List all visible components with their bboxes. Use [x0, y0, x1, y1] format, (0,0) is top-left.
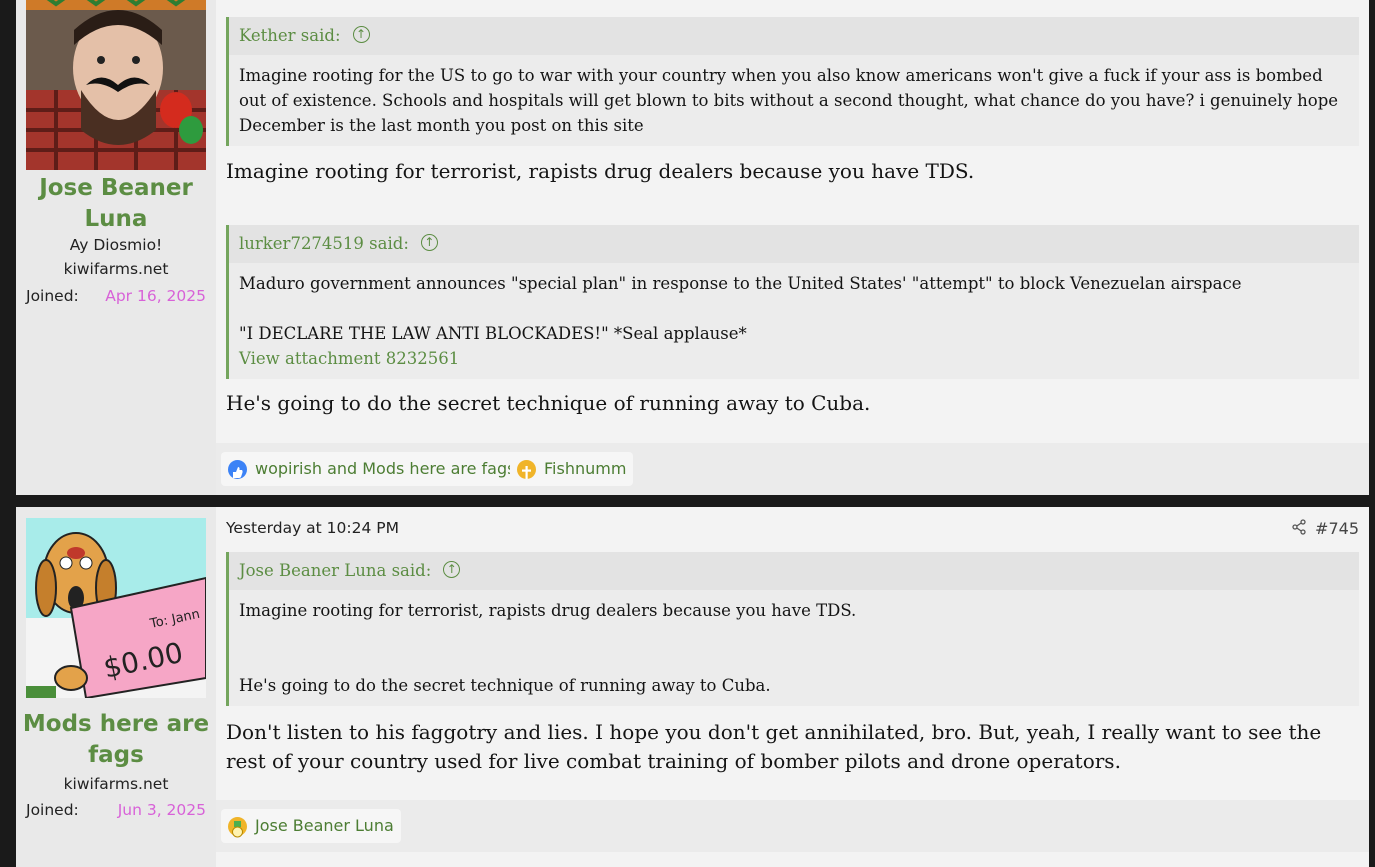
quote-author[interactable]: lurker7274519 said: ↑	[229, 225, 1359, 263]
quote-text: Maduro government announces "special pla…	[229, 263, 1359, 379]
user-site: kiwifarms.net	[63, 775, 169, 793]
quote-line: "I DECLARE THE LAW ANTI BLOCKADES!" *Sea…	[239, 324, 747, 343]
share-icon[interactable]	[1291, 519, 1307, 539]
reaction-item[interactable]: Jose Beaner Luna	[221, 809, 401, 843]
user-site: kiwifarms.net	[63, 260, 169, 278]
reaction-item[interactable]: Fishnumm	[510, 452, 634, 486]
attachment-link[interactable]: View attachment 8232561	[239, 346, 1349, 371]
avatar[interactable]	[26, 0, 206, 170]
reaction-text[interactable]: Jose Beaner Luna	[255, 816, 394, 835]
reactions-bar: wopirish and Mods here are fags Fishnumm	[216, 443, 1369, 495]
reaction-item[interactable]: wopirish and Mods here are fags	[221, 452, 523, 486]
arrow-up-icon[interactable]: ↑	[443, 561, 461, 578]
quote-line: Imagine rooting for terrorist, rapists d…	[239, 601, 857, 620]
quote-text: Imagine rooting for the US to go to war …	[229, 55, 1359, 146]
quote-author[interactable]: Jose Beaner Luna said: ↑	[229, 552, 1359, 590]
like-icon	[228, 460, 247, 479]
joined-date: Jun 3, 2025	[117, 801, 206, 819]
quote-author-label[interactable]: Jose Beaner Luna said:	[239, 561, 431, 580]
post-number[interactable]: #745	[1315, 519, 1359, 538]
quote-text: Imagine rooting for terrorist, rapists d…	[229, 590, 1359, 706]
message-text: Imagine rooting for terrorist, rapists d…	[226, 159, 975, 183]
arrow-up-icon[interactable]: ↑	[352, 26, 370, 43]
quote-author-label[interactable]: lurker7274519 said:	[239, 234, 409, 253]
reaction-text[interactable]: wopirish and Mods here are fags	[255, 459, 515, 478]
avatar[interactable]: $0.00 To: Jann	[26, 518, 206, 698]
quote-author[interactable]: Kether said: ↑	[229, 17, 1359, 55]
message-text: He's going to do the secret technique of…	[226, 391, 871, 415]
user-cell: Jose Beaner Luna Ay Diosmio! kiwifarms.n…	[16, 0, 216, 495]
user-title: Ay Diosmio!	[69, 236, 163, 254]
joined-label: Joined:	[26, 287, 79, 305]
user-cell: $0.00 To: Jann Mods here are fags kiwifa…	[16, 507, 216, 867]
joined-label: Joined:	[26, 801, 79, 819]
quote-author-label[interactable]: Kether said:	[239, 26, 341, 45]
message-cell: Kether said: ↑ Imagine rooting for the US…	[216, 0, 1369, 495]
quote-block: Jose Beaner Luna said: ↑ Imagine rooting …	[226, 552, 1359, 706]
reaction-text[interactable]: Fishnumm	[544, 459, 626, 478]
quote-block: Kether said: ↑ Imagine rooting for the US…	[226, 17, 1359, 146]
quote-line: He's going to do the secret technique of…	[239, 676, 771, 695]
quote-block: lurker7274519 said: ↑ Maduro government a…	[226, 225, 1359, 379]
post: $0.00 To: Jann Mods here are fags kiwifa…	[16, 507, 1369, 867]
cross-icon	[517, 460, 536, 479]
username[interactable]: Jose Beaner Luna	[16, 173, 216, 235]
medal-icon	[228, 817, 247, 838]
joined-date: Apr 16, 2025	[105, 287, 206, 305]
message-text: Don't listen to his faggotry and lies. I…	[226, 720, 1322, 773]
arrow-up-icon[interactable]: ↑	[420, 234, 438, 251]
post-date[interactable]: Yesterday at 10:24 PM	[226, 519, 399, 537]
post: Jose Beaner Luna Ay Diosmio! kiwifarms.n…	[16, 0, 1369, 495]
quote-line: Maduro government announces "special pla…	[239, 274, 1242, 293]
username[interactable]: Mods here are fags	[16, 709, 216, 771]
reactions-bar: Jose Beaner Luna	[216, 800, 1369, 852]
